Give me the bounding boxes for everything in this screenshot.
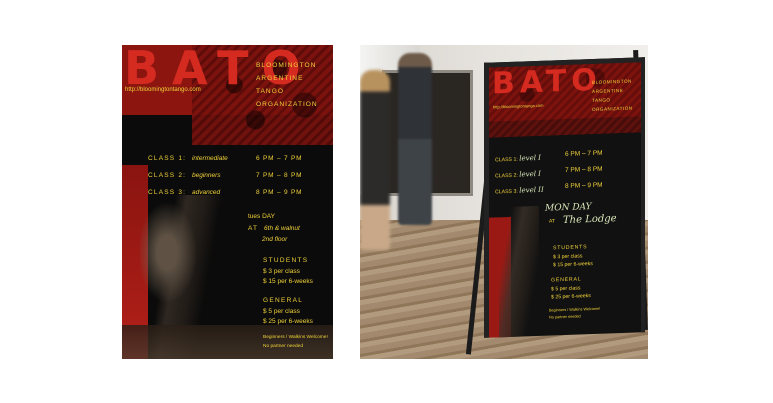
chalk-level: level II — [519, 185, 544, 195]
poster-organization-name: BLOOMINGTON ARGENTINE TANGO ORGANIZATION — [256, 59, 318, 111]
org-line: BLOOMINGTON — [256, 62, 317, 69]
class-level: intermediate — [191, 155, 228, 162]
poster-day: tues DAY — [248, 213, 275, 220]
class-level: advanced — [191, 189, 221, 196]
sign-students-price-2: $ 15 per 6-weeks — [553, 261, 593, 269]
students-price-2: $ 15 per 6-weeks — [263, 278, 313, 285]
class-label: CLASS 3: — [148, 189, 187, 196]
poster-footer-1: Beginners / Walkins Welcome! — [263, 335, 328, 340]
dancer-woman — [360, 70, 390, 250]
sign-footer-1: Beginners / Walkins Welcome! — [549, 306, 601, 313]
class-1-row: CLASS 1: intermediate — [148, 155, 228, 162]
sign-day: MON DAY — [545, 202, 592, 214]
org-line: ORGANIZATION — [592, 105, 633, 113]
class-label: CLASS 1: — [148, 155, 187, 162]
location-line-2: 2nd floor — [262, 236, 288, 243]
class-label: CLASS 2: — [148, 172, 187, 179]
sign-students-heading: STUDENTS — [553, 244, 588, 252]
sign-general-price-2: $ 25 per 6-weeks — [551, 293, 591, 301]
sign-location: The Lodge — [563, 213, 617, 227]
poster-location: AT 6th & walnut — [248, 225, 300, 232]
poster-footer-2: No partner needed — [263, 344, 304, 349]
sign-at-label: AT — [549, 218, 556, 225]
sign-title: BATO — [492, 62, 602, 102]
class-3-time: 8 PM – 9 PM — [256, 189, 303, 196]
location-line-1: 6th & walnut — [264, 225, 300, 232]
class-label: CLASS 2: — [495, 172, 518, 180]
class-3-row: CLASS 3: advanced — [148, 189, 220, 196]
sign-class-1-time: 6 PM – 7 PM — [565, 149, 603, 158]
general-price-1: $ 5 per class — [263, 308, 300, 315]
sign-students-price-1: $ 3 per class — [553, 253, 583, 261]
org-line: ARGENTINE — [256, 75, 304, 82]
sign-class-3-row: CLASS 3: level II — [495, 186, 544, 196]
sign-general-heading: GENERAL — [551, 276, 582, 284]
students-price-1: $ 3 per class — [263, 268, 300, 275]
sign-organization-name: BLOOMINGTON ARGENTINE TANGO ORGANIZATION — [592, 77, 633, 114]
dancer-man — [398, 53, 432, 225]
class-1-time: 6 PM – 7 PM — [256, 155, 303, 162]
sign-general-price-1: $ 5 per class — [551, 285, 581, 293]
at-label: AT — [248, 225, 259, 232]
class-level: beginners — [191, 172, 221, 179]
poster-url: http://bloomingtontango.com — [125, 87, 201, 93]
class-label: CLASS 3: — [495, 188, 518, 196]
sign-class-2-row: CLASS 2: level I — [495, 170, 541, 180]
poster-floor — [122, 325, 333, 359]
chalk-level: level I — [519, 169, 541, 179]
chalk-level: level I — [519, 153, 541, 163]
class-2-row: CLASS 2: beginners — [148, 172, 221, 179]
tango-class-poster: BATO http://bloomingtontango.com BLOOMIN… — [122, 45, 333, 359]
studio-photo-with-sign: BATO http://bloomingtontango.com BLOOMIN… — [360, 45, 648, 359]
students-heading: STUDENTS — [263, 257, 309, 264]
class-label: CLASS 1: — [495, 156, 518, 164]
a-frame-sign: BATO http://bloomingtontango.com BLOOMIN… — [484, 57, 645, 338]
sign-class-1-row: CLASS 1: level I — [495, 154, 541, 164]
sign-footer-2: No partner needed — [549, 314, 581, 320]
sign-class-2-time: 7 PM – 8 PM — [565, 165, 603, 174]
sign-class-3-time: 8 PM – 9 PM — [565, 181, 603, 190]
general-price-2: $ 25 per 6-weeks — [263, 318, 313, 325]
org-line: TANGO — [256, 88, 284, 95]
general-heading: GENERAL — [263, 297, 304, 304]
sign-dancer-legs — [499, 205, 539, 338]
class-2-time: 7 PM – 8 PM — [256, 172, 303, 179]
org-line: ORGANIZATION — [256, 101, 318, 108]
